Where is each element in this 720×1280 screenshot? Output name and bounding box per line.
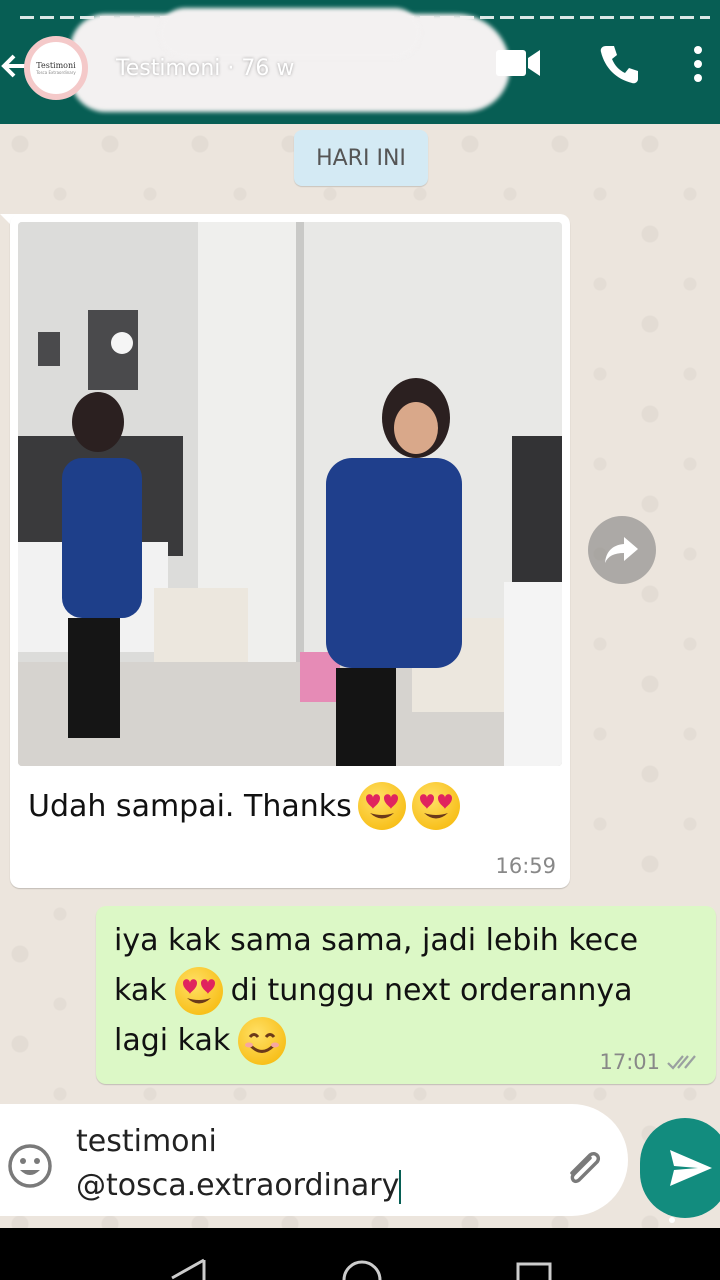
incoming-text: Udah sampai. Thanks: [28, 788, 352, 824]
send-icon: [670, 1150, 712, 1186]
input-line: @tosca.extraordinary: [76, 1168, 400, 1203]
incoming-timestamp: 16:59: [495, 854, 556, 878]
smiling-face-emoji: [238, 1017, 287, 1065]
outgoing-text: iya kak sama sama, jadi lebih kece: [114, 923, 639, 958]
outgoing-text: kak: [114, 973, 167, 1008]
incoming-message-text: Udah sampai. Thanks: [28, 782, 460, 830]
nav-back-icon[interactable]: [164, 1258, 212, 1280]
outgoing-line: iya kak sama sama, jadi lebih kece: [114, 916, 698, 966]
redaction-scribble: [160, 8, 420, 58]
avatar-subtitle: Tosca Extraordinary: [36, 70, 76, 75]
nav-recents-icon[interactable]: [514, 1260, 554, 1280]
attachment-paperclip-icon[interactable]: [560, 1144, 608, 1192]
chat-title[interactable]: Testimoni · 76 w: [116, 56, 294, 81]
avatar-brand: Testimoni: [36, 61, 76, 70]
heart-eyes-emoji: [357, 782, 406, 830]
phone-call-icon[interactable]: [598, 42, 642, 86]
chat-header: Testimoni Tosca Extraordinary Testimoni …: [0, 0, 720, 124]
nav-home-icon[interactable]: [340, 1258, 384, 1280]
date-chip: HARI INI: [294, 130, 428, 186]
double-check-icon: [667, 1055, 696, 1070]
input-line: testimoni: [76, 1124, 217, 1159]
outgoing-text: di tunggu next orderannya: [230, 973, 633, 1008]
more-options-icon[interactable]: [688, 44, 708, 84]
outgoing-text: lagi kak: [114, 1023, 231, 1058]
outgoing-line: kak di tunggu next orderannya: [114, 966, 698, 1016]
forward-button[interactable]: [588, 516, 656, 584]
video-call-icon[interactable]: [494, 46, 542, 80]
input-line-wrapper: @tosca.extraordinary: [76, 1164, 402, 1208]
text-caret: [399, 1169, 402, 1204]
outgoing-message-bubble[interactable]: iya kak sama sama, jadi lebih kece kak d…: [96, 906, 716, 1084]
heart-eyes-emoji: [174, 967, 223, 1015]
outgoing-timestamp: 17:01: [599, 1050, 660, 1074]
forward-icon: [605, 537, 638, 563]
heart-eyes-emoji: [411, 782, 460, 830]
outgoing-meta: 17:01: [599, 1050, 698, 1074]
incoming-message-bubble[interactable]: Udah sampai. Thanks 16:59: [10, 214, 570, 888]
message-input[interactable]: testimoni @tosca.extraordinary: [76, 1120, 402, 1208]
avatar[interactable]: Testimoni Tosca Extraordinary: [24, 36, 88, 100]
emoji-picker-icon[interactable]: [6, 1142, 54, 1190]
message-photo[interactable]: [18, 222, 562, 766]
